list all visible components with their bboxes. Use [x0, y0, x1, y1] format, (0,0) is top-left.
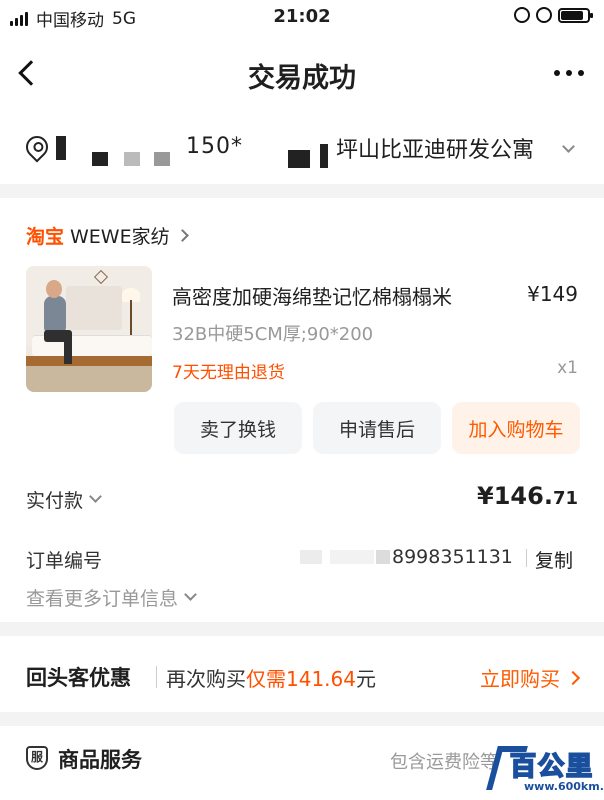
divider [526, 549, 527, 567]
paid-label-text: 实付款 [26, 490, 84, 512]
order-number-label: 订单编号 [26, 550, 103, 572]
service-desc: 包含运费险等 [390, 752, 498, 773]
more-icon[interactable] [554, 70, 584, 76]
redacted-name [56, 136, 66, 160]
product-spec: 32B中硬5CM厚;90*200 [172, 324, 374, 345]
status-right [514, 7, 593, 23]
repeat-offer-price: 仅需141.64 [246, 667, 356, 691]
address-text: 坪山比亚迪研发公寓 [336, 138, 535, 163]
watermark-text: 百公里 [509, 751, 595, 783]
more-order-info-label: 查看更多订单信息 [26, 588, 179, 610]
product-quantity: x1 [557, 358, 578, 378]
chevron-right-icon [175, 229, 189, 242]
more-order-info[interactable]: 查看更多订单信息 [26, 584, 197, 611]
status-bar: 中国移动 5G 21:02 [0, 0, 604, 34]
repeat-offer-title: 回头客优惠 [26, 666, 131, 690]
shield-icon: 服 [26, 746, 48, 770]
product-image[interactable] [26, 266, 152, 392]
shop-name: WEWE家纺 [70, 226, 170, 248]
redacted-order-number [376, 550, 390, 564]
chevron-right-icon [565, 670, 581, 685]
order-number-value: 8998351131 [392, 546, 513, 568]
taobao-logo: 淘宝 [26, 226, 65, 248]
battery-icon [558, 7, 593, 23]
product-price: ¥149 [527, 282, 578, 306]
address-phone: 150* [186, 134, 243, 159]
orientation-lock-icon [514, 7, 530, 23]
after-sale-button[interactable]: 申请售后 [313, 402, 441, 454]
paid-amount: ¥146.71 [477, 482, 578, 510]
page-title: 交易成功 [248, 63, 356, 94]
repeat-offer-prefix: 再次购买 [166, 667, 246, 691]
redacted-block [154, 152, 170, 166]
product-title[interactable]: 高密度加硬海绵垫记忆棉榻榻米 [172, 281, 452, 310]
redacted-order-number [300, 550, 322, 564]
repeat-offer-suffix: 元 [355, 667, 376, 691]
paid-amount-int: ¥146. [477, 482, 553, 510]
repeat-offer-desc: 再次购买仅需141.64元 [166, 663, 376, 692]
redacted-block [320, 144, 328, 168]
shop-row[interactable]: 淘宝 WEWE家纺 [26, 222, 189, 249]
sell-button[interactable]: 卖了换钱 [174, 402, 302, 454]
redacted-block [92, 152, 108, 166]
divider [156, 666, 157, 688]
redacted-order-number [330, 550, 374, 564]
add-to-cart-button[interactable]: 加入购物车 [452, 402, 580, 454]
watermark-url: www.600km.com [524, 780, 604, 793]
redacted-block [288, 150, 310, 168]
alarm-icon [536, 7, 552, 23]
paid-amount-dec: 71 [552, 488, 578, 509]
buy-again-label: 立即购买 [480, 667, 560, 691]
nav-bar: 交易成功 [0, 34, 604, 114]
copy-button[interactable]: 复制 [535, 546, 573, 573]
chevron-down-icon [89, 490, 102, 503]
site-watermark: 百公里 www.600km.com [486, 742, 604, 796]
buy-again-button[interactable]: 立即购买 [480, 663, 581, 692]
return-policy-tag: 7天无理由退货 [172, 363, 285, 383]
paid-label[interactable]: 实付款 [26, 486, 102, 513]
service-title: 商品服务 [58, 748, 142, 772]
redacted-block [124, 152, 140, 166]
chevron-down-icon [184, 588, 197, 601]
